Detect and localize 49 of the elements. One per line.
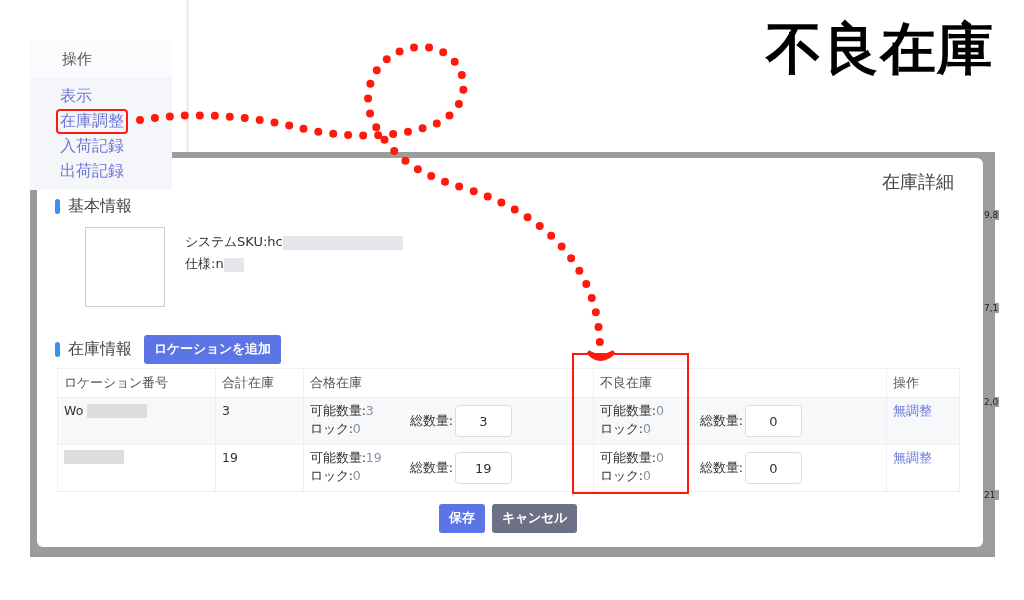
column-header: 合計在庫 — [222, 374, 275, 390]
available-quantity-text: 可能数量:0 — [599, 403, 665, 420]
quantity-field[interactable]: 19 — [454, 452, 512, 484]
section-marker-icon — [55, 199, 60, 214]
available-quantity-text: 可能数量:0 — [599, 450, 665, 467]
section-title: 基本情報 — [68, 196, 132, 217]
section-title: 在庫情報 — [68, 339, 132, 360]
available-quantity-text: 可能数量:19 — [309, 450, 383, 467]
dialog-title: 在庫詳細 — [882, 170, 954, 194]
blurred-region — [64, 450, 124, 464]
action-link[interactable]: 表示 — [56, 84, 96, 109]
section-marker-icon — [55, 342, 60, 357]
background-cell-text: 9,8 — [983, 210, 1000, 220]
action-link[interactable]: 出荷記録 — [56, 159, 128, 184]
total-quantity-label: 総数量: — [699, 412, 743, 430]
blurred-region — [223, 257, 244, 272]
adjust-link[interactable]: 無調整 — [893, 450, 933, 465]
column-header: 操作 — [893, 374, 920, 390]
quantity-field[interactable]: 3 — [454, 405, 512, 437]
available-quantity-text: 可能数量:3 — [309, 403, 375, 420]
annotation-title: 不良在庫 — [766, 15, 994, 83]
location-code: Wo — [64, 403, 84, 418]
background-cell-text: 2,0 — [983, 396, 1000, 407]
total-quantity-label: 総数量: — [409, 412, 453, 430]
action-link[interactable]: 在庫調整 — [56, 109, 128, 134]
background-cell-text: 7,1 — [983, 303, 1000, 314]
quantity-field[interactable]: 0 — [744, 452, 802, 484]
locked-quantity-text: ロック:0 — [599, 468, 652, 485]
blurred-region — [87, 403, 148, 418]
locked-quantity-text: ロック:0 — [599, 421, 652, 438]
quantity-field[interactable]: 0 — [744, 405, 802, 437]
cancel-button[interactable]: キャンセル — [491, 504, 577, 533]
background-cell-text: 21 — [983, 490, 1000, 500]
column-header: 不良在庫 — [599, 374, 652, 390]
column-header: ロケーション番号 — [64, 374, 168, 390]
locked-quantity-text: ロック:0 — [309, 421, 362, 438]
total-quantity-label: 総数量: — [409, 459, 453, 477]
action-link[interactable]: 入荷記録 — [56, 134, 128, 159]
column-header: 合格在庫 — [309, 374, 362, 390]
spec-label: 仕様:n — [185, 256, 224, 271]
save-button[interactable]: 保存 — [438, 504, 485, 533]
column-header: 操作 — [62, 49, 92, 69]
sku-label: システムSKU:hc — [185, 234, 283, 249]
adjust-link[interactable]: 無調整 — [893, 403, 933, 418]
total-stock: 3 — [222, 403, 230, 418]
total-stock: 19 — [222, 450, 238, 465]
add-location-button[interactable]: ロケーションを追加 — [144, 335, 281, 364]
locked-quantity-text: ロック:0 — [309, 468, 362, 485]
total-quantity-label: 総数量: — [699, 459, 743, 477]
